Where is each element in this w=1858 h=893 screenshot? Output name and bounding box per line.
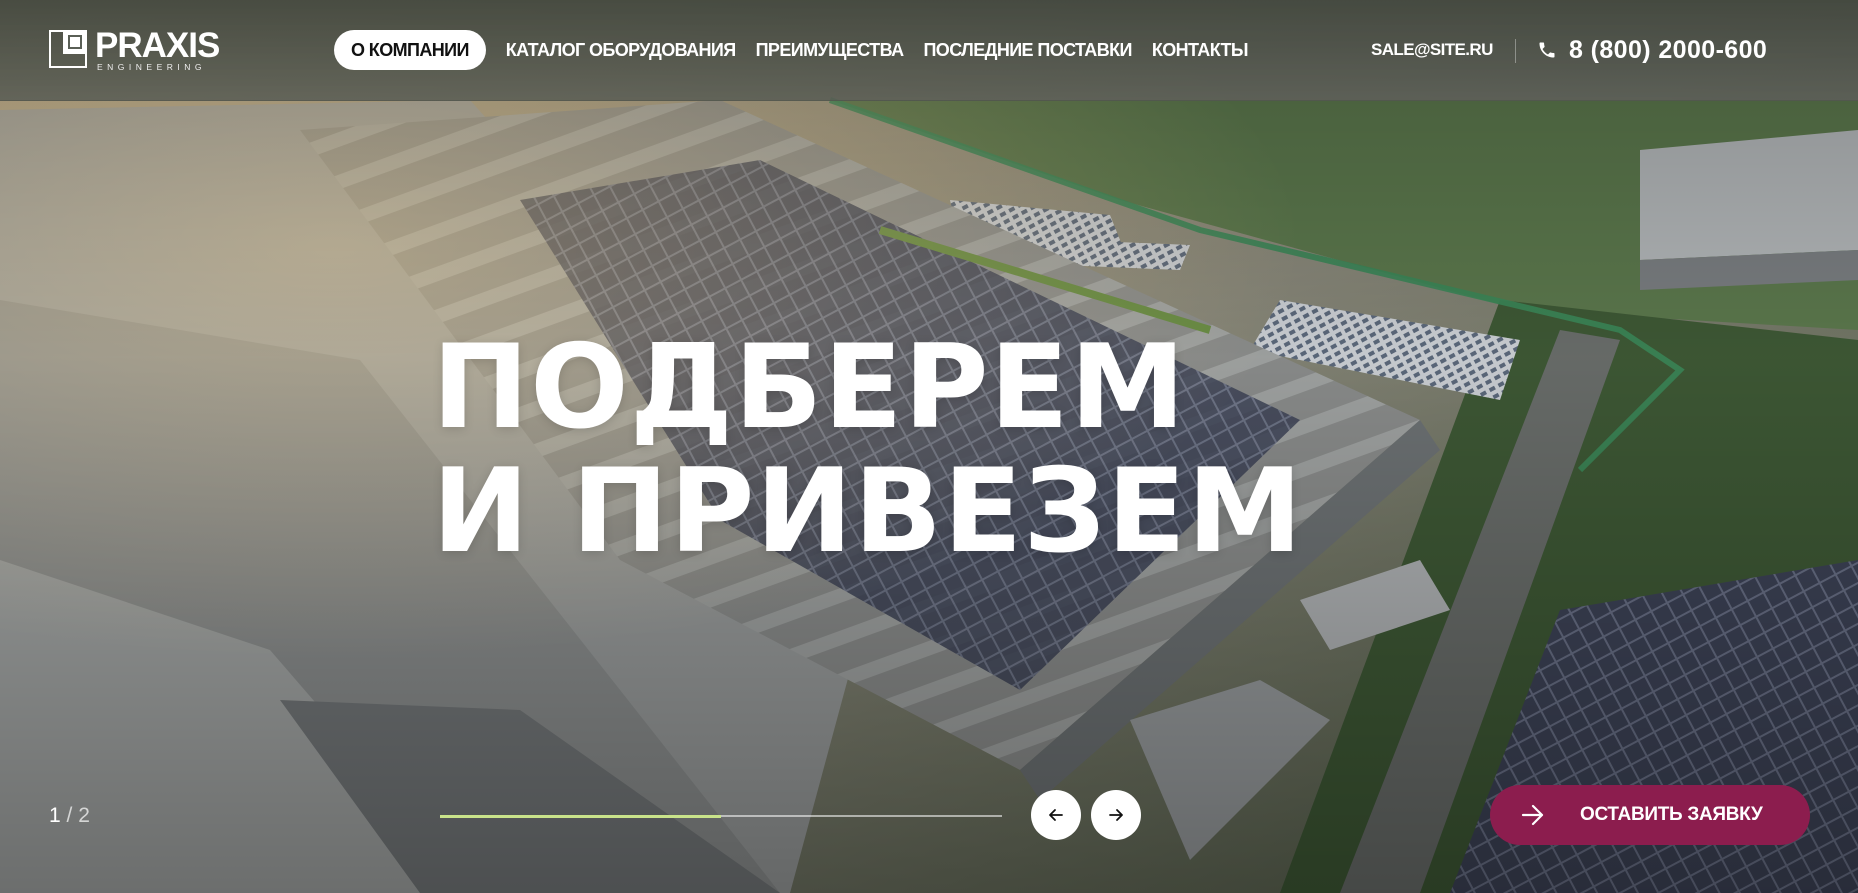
phone-icon bbox=[1539, 42, 1555, 58]
slide-progress-track bbox=[440, 814, 1002, 818]
slide-progress-fill bbox=[440, 814, 721, 818]
nav-item-company[interactable]: О КОМПАНИИ bbox=[334, 30, 486, 70]
email-link[interactable]: SALE@SITE.RU bbox=[1371, 30, 1493, 70]
arrow-right-icon bbox=[1109, 809, 1123, 821]
nav-item-advantages[interactable]: ПРЕИМУЩЕСТВА bbox=[756, 30, 904, 70]
slide-counter-separator: / bbox=[66, 804, 73, 827]
hero-headline-line-1: ПОДБЕРЕМ bbox=[432, 320, 1187, 455]
header-divider bbox=[1515, 39, 1516, 63]
slide-counter-total: 2 bbox=[78, 804, 90, 827]
brand-tagline: ENGINEERING bbox=[97, 62, 207, 72]
slide-counter-current: 1 bbox=[49, 804, 61, 827]
nav-item-contacts[interactable]: КОНТАКТЫ bbox=[1152, 30, 1249, 70]
arrow-right-icon bbox=[1521, 804, 1544, 826]
nav-item-catalog[interactable]: КАТАЛОГ ОБОРУДОВАНИЯ bbox=[506, 30, 736, 70]
slider-prev-button[interactable] bbox=[1031, 790, 1081, 840]
site-header: PRAXIS ENGINEERING О КОМПАНИИ КАТАЛОГ ОБ… bbox=[0, 0, 1858, 101]
brand-logo[interactable]: PRAXIS ENGINEERING bbox=[49, 28, 220, 72]
leave-request-button[interactable]: ОСТАВИТЬ ЗАЯВКУ bbox=[1490, 785, 1810, 845]
main-nav: О КОМПАНИИ КАТАЛОГ ОБОРУДОВАНИЯ ПРЕИМУЩЕ… bbox=[334, 30, 1268, 70]
hero-headline: ПОДБЕРЕМ И ПРИВЕЗЕМ bbox=[432, 326, 1303, 574]
phone-link[interactable]: 8 (800) 2000-600 bbox=[1569, 30, 1767, 70]
leave-request-label: ОСТАВИТЬ ЗАЯВКУ bbox=[1580, 804, 1763, 825]
logo-mark-icon bbox=[49, 30, 87, 68]
slide-counter: 1 / 2 bbox=[49, 803, 90, 829]
slider-next-button[interactable] bbox=[1091, 790, 1141, 840]
nav-item-deliveries[interactable]: ПОСЛЕДНИЕ ПОСТАВКИ bbox=[923, 30, 1132, 70]
brand-name: PRAXIS bbox=[95, 26, 220, 65]
hero-headline-line-2: И ПРИВЕЗЕМ bbox=[432, 444, 1304, 579]
arrow-left-icon bbox=[1049, 809, 1063, 821]
